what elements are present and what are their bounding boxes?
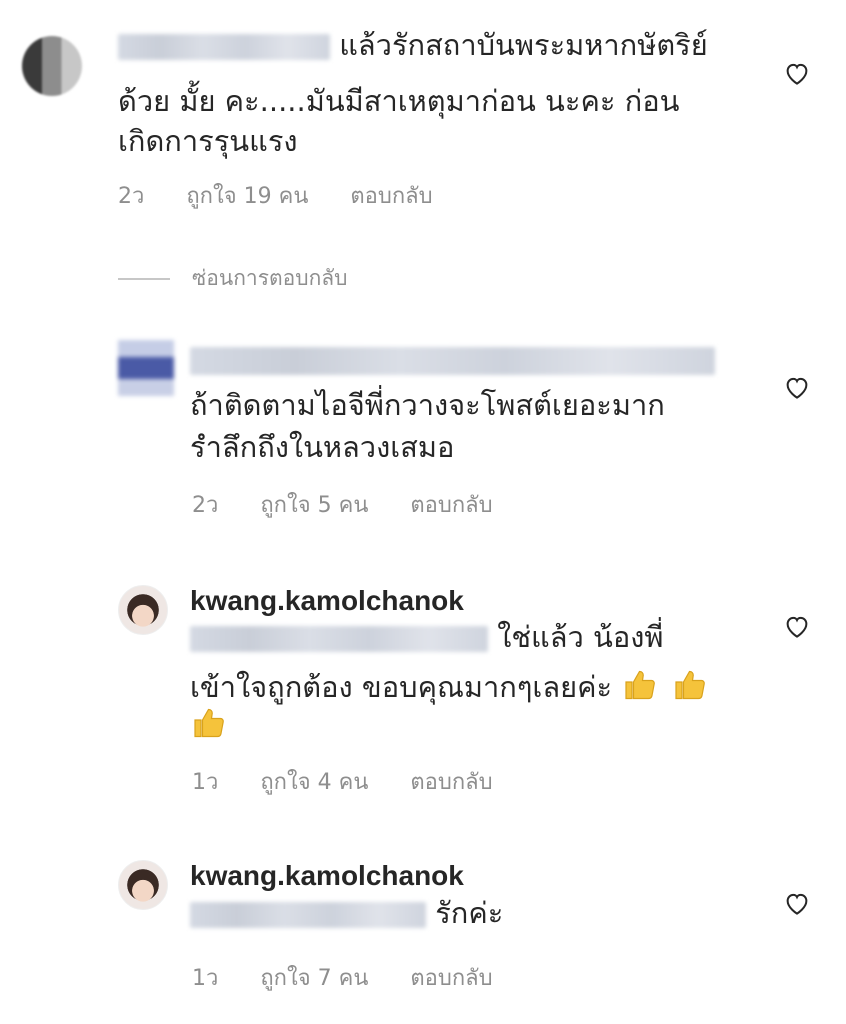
- comment-meta: 2ว ถูกใจ 5 คน ตอบกลับ: [192, 487, 493, 522]
- reply-button[interactable]: ตอบกลับ: [410, 487, 492, 522]
- comment-text: แล้วรักสถาบันพระมหากษัตริย์: [118, 22, 708, 68]
- comment-time: 2ว: [118, 184, 145, 209]
- comment-username[interactable]: kwang.kamolchanok: [190, 585, 464, 617]
- comment-meta: 1ว ถูกใจ 7 คน ตอบกลับ: [192, 960, 493, 995]
- comment-text: ใช่แล้ว น้องพี่: [190, 614, 664, 660]
- avatar-blurred[interactable]: [22, 36, 82, 96]
- comment-line-2: เข้าใจถูกต้อง ขอบคุณมากๆเลยค่ะ: [190, 664, 711, 710]
- blurred-mention: [190, 626, 488, 652]
- comment-time: 1ว: [192, 966, 219, 991]
- like-count[interactable]: ถูกใจ 4 คน: [260, 764, 368, 799]
- comment-text: รักค่ะ: [190, 890, 503, 936]
- heart-outline-icon[interactable]: [782, 611, 812, 641]
- comment-line-3: [190, 702, 230, 748]
- blurred-mention: [190, 902, 426, 928]
- reply-button[interactable]: ตอบกลับ: [410, 960, 492, 995]
- avatar[interactable]: [118, 860, 168, 910]
- heart-outline-icon[interactable]: [782, 888, 812, 918]
- thumbs-up-emoji: [194, 708, 224, 738]
- comment-meta: 2ว ถูกใจ 19 คน ตอบกลับ: [118, 178, 433, 213]
- thumbs-up-emoji: [674, 670, 705, 700]
- divider-line: [118, 277, 170, 280]
- hide-replies-toggle[interactable]: ซ่อนการตอบกลับ: [118, 262, 348, 295]
- avatar-blurred[interactable]: [118, 340, 174, 396]
- heart-outline-icon[interactable]: [782, 372, 812, 402]
- like-count[interactable]: ถูกใจ 5 คน: [260, 487, 368, 522]
- avatar[interactable]: [118, 585, 168, 635]
- thumbs-up-emoji: [625, 670, 656, 700]
- comment-line-1: ใช่แล้ว น้องพี่: [497, 620, 664, 654]
- comment-time: 2ว: [192, 493, 219, 518]
- comment-line-1: รักค่ะ: [435, 896, 504, 930]
- comment-line-1: ถ้าติดตามไอจีพี่กวางจะโพสต์เยอะมาก: [190, 388, 665, 422]
- blurred-username: [190, 347, 715, 375]
- comment-line-2: รำลึกถึงในหลวงเสมอ: [190, 430, 455, 464]
- hide-replies-label: ซ่อนการตอบกลับ: [192, 266, 348, 290]
- heart-outline-icon[interactable]: [782, 58, 812, 88]
- comment-line-3: เกิดการรุนแรง: [118, 124, 298, 158]
- blurred-username: [118, 34, 330, 60]
- comment-username[interactable]: kwang.kamolchanok: [190, 860, 464, 892]
- comment-meta: 1ว ถูกใจ 4 คน ตอบกลับ: [192, 764, 493, 799]
- reply-button[interactable]: ตอบกลับ: [350, 178, 432, 213]
- reply-button[interactable]: ตอบกลับ: [410, 764, 492, 799]
- comment-time: 1ว: [192, 770, 219, 795]
- comment-line-1: แล้วรักสถาบันพระมหากษัตริย์: [339, 28, 708, 62]
- like-count[interactable]: ถูกใจ 19 คน: [186, 178, 308, 213]
- like-count[interactable]: ถูกใจ 7 คน: [260, 960, 368, 995]
